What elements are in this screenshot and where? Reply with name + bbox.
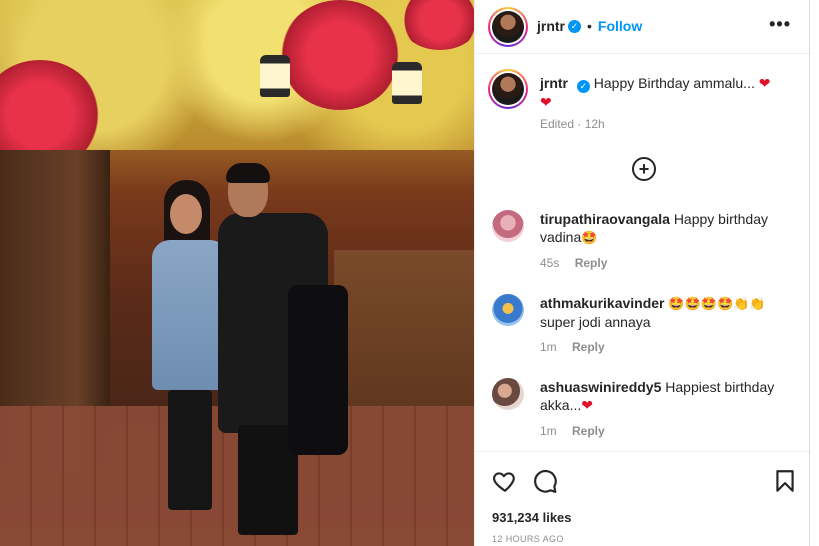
- heart-icon[interactable]: [492, 468, 518, 494]
- comment-time: 1m: [540, 424, 557, 438]
- reply-button[interactable]: Reply: [572, 340, 605, 354]
- woman-figure: [148, 180, 228, 520]
- likes-count[interactable]: 931,234 likes: [492, 510, 572, 525]
- comment-icon[interactable]: [532, 468, 558, 494]
- comment-meta: 45s Reply: [540, 256, 607, 270]
- caption-meta: Edited · 12h: [540, 117, 605, 131]
- page-border: [809, 0, 810, 546]
- caption-avatar[interactable]: [488, 69, 528, 109]
- emoji-icon: 🤩🤩🤩🤩👏👏: [668, 296, 766, 311]
- load-more-comments-icon[interactable]: +: [632, 157, 656, 181]
- caption-text-block: jrntr ✓ Happy Birthday ammalu... ❤ ❤: [540, 74, 790, 111]
- man-figure: [218, 163, 348, 535]
- author-name-row: jrntr ✓ • Follow: [537, 18, 642, 34]
- heart-emoji-icon: ❤: [758, 75, 771, 91]
- commenter-avatar[interactable]: [492, 294, 524, 326]
- caption-text: Happy Birthday ammalu...: [593, 75, 755, 91]
- post-timestamp: 12 HOURS AGO: [492, 534, 564, 544]
- author-avatar[interactable]: [488, 7, 528, 47]
- commenter-username[interactable]: tirupathiraovangala: [540, 211, 670, 227]
- commenter-avatar[interactable]: [492, 378, 524, 410]
- author-username[interactable]: jrntr: [537, 18, 565, 34]
- comment-meta: 1m Reply: [540, 424, 605, 438]
- verified-badge-icon: ✓: [576, 80, 590, 93]
- commenter-username[interactable]: athmakurikavinder: [540, 295, 665, 311]
- commenter-avatar[interactable]: [492, 210, 524, 242]
- hanging-lantern: [260, 55, 290, 97]
- comment-time: 45s: [540, 256, 560, 270]
- heart-emoji-icon: ❤: [581, 397, 593, 413]
- post-header: jrntr ✓ • Follow •••: [475, 0, 811, 54]
- reply-button[interactable]: Reply: [572, 424, 605, 438]
- post-side-panel: jrntr ✓ • Follow ••• jrntr ✓ Happy Birth…: [474, 0, 811, 546]
- red-tinsel-decoration: [280, 0, 400, 110]
- comment-body: tirupathiraovangala Happy birthday vadin…: [540, 210, 790, 247]
- post-actions-bar: [475, 451, 811, 507]
- comment-text: super jodi annaya: [540, 314, 651, 330]
- reply-button[interactable]: Reply: [575, 256, 608, 270]
- separator-dot: •: [587, 18, 592, 34]
- caption-username[interactable]: jrntr: [540, 75, 568, 91]
- hanging-lantern: [392, 62, 422, 104]
- comment-time: 1m: [540, 340, 557, 354]
- verified-badge-icon: ✓: [568, 19, 581, 33]
- follow-button[interactable]: Follow: [598, 18, 642, 34]
- comment-meta: 1m Reply: [540, 340, 605, 354]
- commenter-username[interactable]: ashuaswinireddy5: [540, 379, 661, 395]
- emoji-icon: 🤩: [581, 230, 598, 245]
- comment-body: ashuaswinireddy5 Happiest birthday akka.…: [540, 378, 790, 414]
- heart-emoji-icon: ❤: [540, 94, 552, 110]
- comment-body: athmakurikavinder 🤩🤩🤩🤩👏👏 super jodi anna…: [540, 294, 790, 331]
- more-options-icon[interactable]: •••: [769, 14, 791, 35]
- bookmark-icon[interactable]: [772, 468, 798, 494]
- post-photo[interactable]: [0, 0, 474, 546]
